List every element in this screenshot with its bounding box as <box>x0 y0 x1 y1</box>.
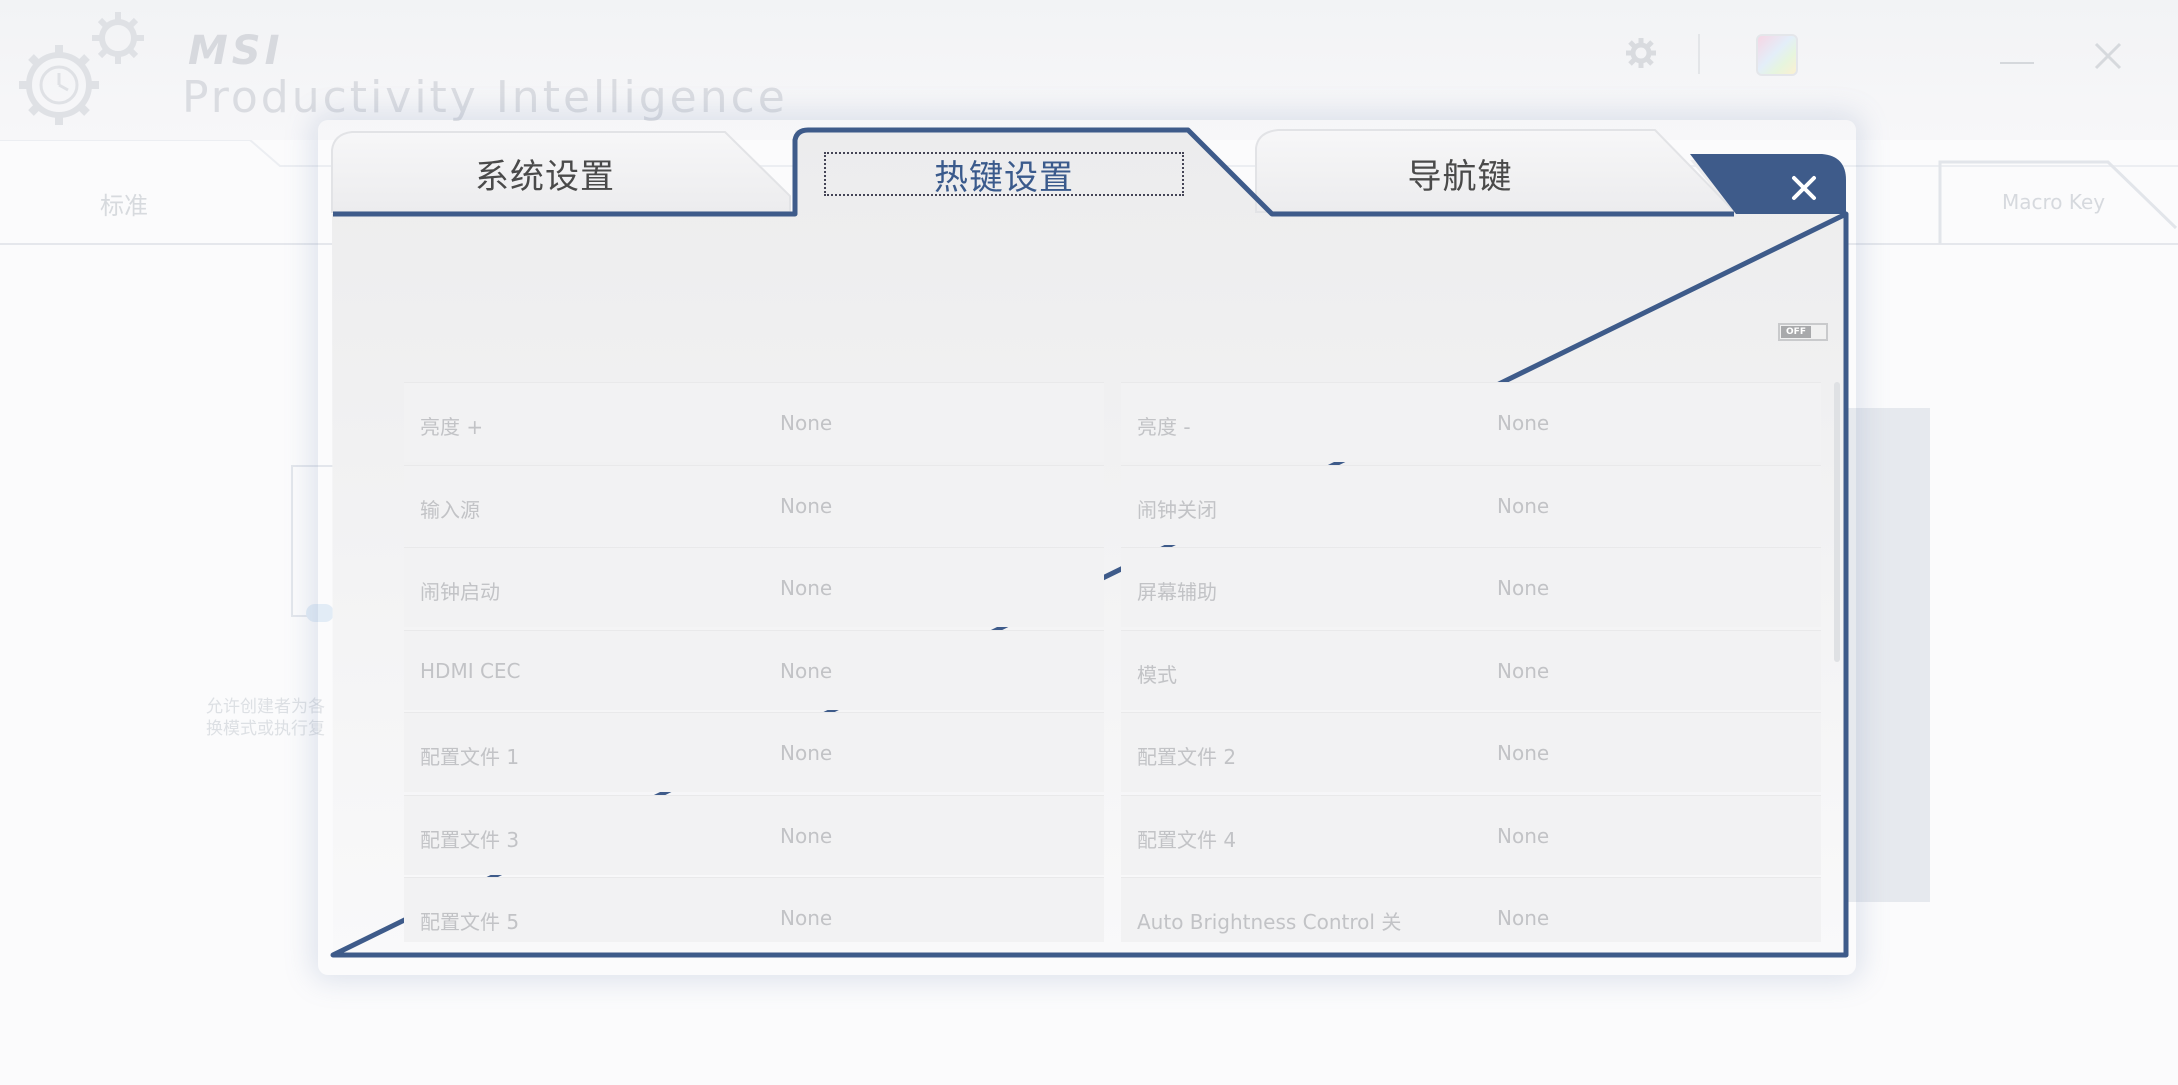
dialog-close-icon[interactable] <box>1784 168 1824 208</box>
hotkey-function-label: 模式 <box>1137 662 1177 687</box>
hotkey-function-label: Auto Brightness Control 关 <box>1137 910 1402 934</box>
hotkey-assigned-key[interactable]: None <box>780 906 832 930</box>
hotkey-cell-left[interactable]: 配置文件 1 None <box>404 712 1104 792</box>
hotkey-cell-left[interactable]: 配置文件 3 None <box>404 794 1104 875</box>
tab-system-settings[interactable]: 系统设置 <box>360 140 730 206</box>
hotkey-function-label: 配置文件 2 <box>1137 745 1237 769</box>
hotkey-row: 输入源 None 闹钟关闭 None <box>404 464 1824 545</box>
hotkey-function-label: 配置文件 1 <box>420 745 520 769</box>
hotkey-function-label: 亮度 - <box>1137 415 1191 439</box>
hotkey-assigned-key[interactable]: None <box>1497 659 1549 683</box>
hotkey-assigned-key[interactable]: None <box>1497 824 1549 848</box>
hotkey-cell-right[interactable]: 模式 None <box>1121 629 1821 710</box>
hotkey-list: 亮度 + None 亮度 - None 输入源 None 闹钟关闭 None 闹钟启动 None 屏… <box>404 382 1824 942</box>
hotkey-list-scrollbar[interactable] <box>1834 382 1840 662</box>
hotkey-function-label: 闹钟关闭 <box>1137 497 1217 522</box>
hotkey-function-label: 亮度 + <box>420 415 484 439</box>
app-window: MSI Productivity Intelligence 标准 Macro K… <box>0 0 2178 1085</box>
hotkey-function-label: 输入源 <box>420 497 480 522</box>
hotkey-cell-left[interactable]: 亮度 + None <box>404 382 1104 462</box>
tab-hotkey-settings[interactable]: 热键设置 <box>824 152 1184 198</box>
hotkey-assigned-key[interactable]: None <box>780 411 832 435</box>
hotkey-assigned-key[interactable]: None <box>780 659 832 683</box>
hotkey-row: 闹钟启动 None 屏幕辅助 None <box>404 547 1824 627</box>
hotkey-assigned-key[interactable]: None <box>1497 411 1549 435</box>
hotkey-function-label: 配置文件 4 <box>1137 827 1237 852</box>
hotkey-row: 配置文件 1 None 配置文件 2 None <box>404 712 1824 792</box>
toggle-state-label: OFF <box>1781 326 1811 338</box>
hotkey-cell-left[interactable]: 输入源 None <box>404 464 1104 545</box>
hotkey-cell-right[interactable]: 配置文件 4 None <box>1121 794 1821 875</box>
hotkey-cell-right[interactable]: 配置文件 2 None <box>1121 712 1821 792</box>
hotkey-cell-left[interactable]: 配置文件 5 None <box>404 877 1104 942</box>
hotkey-assigned-key[interactable]: None <box>1497 906 1549 930</box>
hotkey-cell-right[interactable]: 亮度 - None <box>1121 382 1821 462</box>
hotkey-cell-right[interactable]: 闹钟关闭 None <box>1121 464 1821 545</box>
hotkey-assigned-key[interactable]: None <box>780 824 832 848</box>
hotkey-cell-left[interactable]: HDMI CEC None <box>404 629 1104 710</box>
hotkey-function-label: 闹钟启动 <box>420 580 500 604</box>
hotkey-assigned-key[interactable]: None <box>780 741 832 765</box>
hotkey-function-label: 屏幕辅助 <box>1137 580 1217 604</box>
hotkey-row: 配置文件 5 None Auto Brightness Control 关 None <box>404 877 1824 942</box>
hotkey-assigned-key[interactable]: None <box>1497 741 1549 765</box>
hotkey-row: HDMI CEC None 模式 None <box>404 629 1824 710</box>
hotkey-function-label: HDMI CEC <box>420 658 521 683</box>
tab-navigation-keys[interactable]: 导航键 <box>1270 140 1650 206</box>
hotkey-assigned-key[interactable]: None <box>780 494 832 518</box>
hotkey-row: 亮度 + None 亮度 - None <box>404 382 1824 462</box>
hotkey-row: 配置文件 3 None 配置文件 4 None <box>404 794 1824 875</box>
hotkey-cell-right[interactable]: 屏幕辅助 None <box>1121 547 1821 627</box>
hotkey-function-label: 配置文件 5 <box>420 910 520 934</box>
hotkey-cell-left[interactable]: 闹钟启动 None <box>404 547 1104 627</box>
hotkey-function-label: 配置文件 3 <box>420 827 520 852</box>
hotkey-cell-right[interactable]: Auto Brightness Control 关 None <box>1121 877 1821 942</box>
hotkey-assigned-key[interactable]: None <box>1497 494 1549 518</box>
hotkey-enable-toggle[interactable]: OFF <box>1778 323 1828 341</box>
hotkey-assigned-key[interactable]: None <box>780 576 832 600</box>
hotkey-assigned-key[interactable]: None <box>1497 576 1549 600</box>
